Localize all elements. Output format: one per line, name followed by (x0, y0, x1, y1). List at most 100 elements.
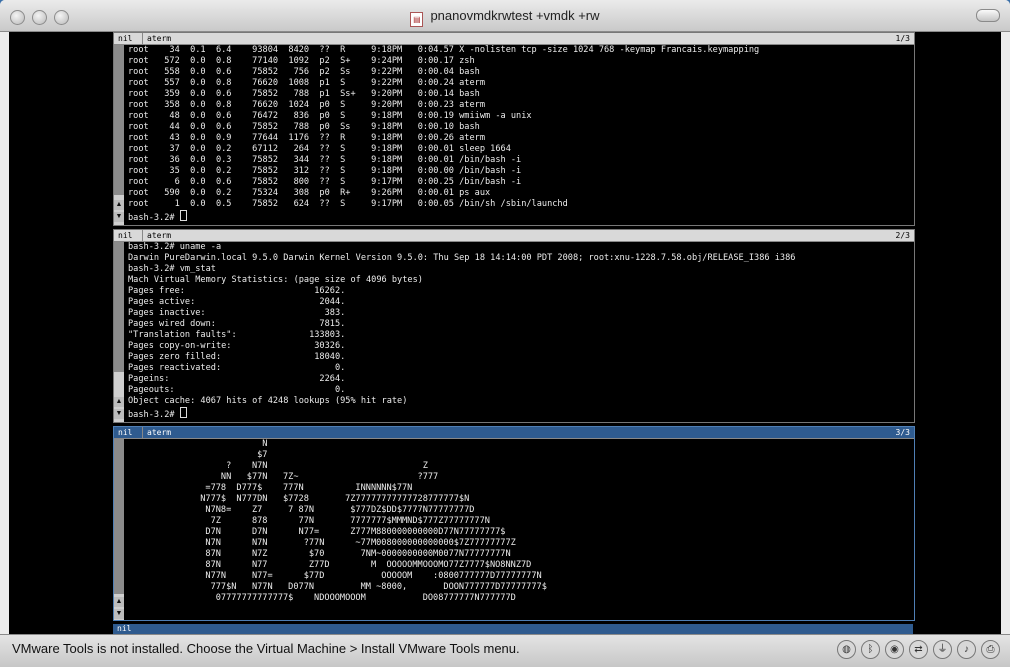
prompt: bash-3.2# (128, 213, 180, 223)
wm-status-tag[interactable]: nil (117, 624, 131, 633)
scroll-down-arrow-icon[interactable]: ▼ (114, 409, 124, 419)
terminal-line: Pages free: 16262. (128, 286, 346, 296)
printer-icon[interactable]: ⎙ (981, 640, 1000, 659)
guest-screen[interactable]: nil aterm 1/3 ▲ ▼ root 34 0.1 6.4 93804 … (9, 32, 1001, 634)
terminal-line: bash-3.2# vm_stat (128, 264, 216, 274)
ascii-art-line: N7N8= Z7 7 87N $777DZ$DD$7777N77777777D (164, 505, 475, 515)
terminal-line: root 35 0.0 0.2 75852 312 ?? S 9:18PM 0:… (128, 166, 522, 176)
cursor (179, 407, 187, 418)
cursor (179, 210, 187, 221)
prompt-line: bash-3.2# (128, 407, 912, 421)
scroll-down-arrow-icon[interactable]: ▼ (114, 212, 124, 222)
terminal-line: root 48 0.0 0.6 76472 836 p0 S 9:18PM 0:… (128, 111, 532, 121)
terminal-line: root 1 0.0 0.5 75852 624 ?? S 9:17PM 0:0… (128, 199, 568, 209)
pane-index: 2/3 (895, 231, 910, 240)
ascii-art-line: 777$N N77N D077N MM ~8000, DOON777777D77… (164, 582, 547, 592)
terminal-line: Pageouts: 0. (128, 385, 346, 395)
terminal-pane-1[interactable]: nil aterm 1/3 ▲ ▼ root 34 0.1 6.4 93804 … (113, 32, 915, 226)
ascii-art-line: 07777777777777$ NDOOOMOOOM DO08777777N77… (164, 593, 516, 603)
scrollbar[interactable]: ▲ ▼ (114, 439, 124, 620)
scroll-up-arrow-icon[interactable]: ▲ (114, 397, 124, 407)
terminal-line: Pages active: 2044. (128, 297, 346, 307)
ascii-art-line: 7Z 878 77N 7777777$MMMND$777Z77777777N (164, 516, 490, 526)
scrollbar-thumb[interactable] (114, 439, 124, 594)
terminal-line: root 34 0.1 6.4 93804 8420 ?? R 9:18PM 0… (128, 45, 760, 55)
terminal-line: Object cache: 4067 hits of 4248 lookups … (128, 396, 408, 406)
ascii-art-line: $7 (164, 450, 268, 460)
client-title[interactable]: aterm (142, 230, 171, 241)
terminal-line: Pages wired down: 7815. (128, 319, 346, 329)
ascii-art-line: N77N N77= $77D OOOOOM :0800777777D777777… (164, 571, 542, 581)
terminal-line: root 37 0.0 0.2 67112 264 ?? S 9:18PM 0:… (128, 144, 511, 154)
ascii-art-line: N7N N7N ?77N ~77M008000000000000$7Z77777… (164, 538, 516, 548)
title-bar[interactable]: ▤ pnanovmdkrwtest +vmdk +rw (0, 0, 1010, 32)
pane-index: 3/3 (895, 428, 910, 437)
ascii-art-line: 87N N7Z $70 7NM~0000000000M0077N77777777… (164, 549, 511, 559)
terminal-line: root 359 0.0 0.6 75852 788 p1 Ss+ 9:20PM… (128, 89, 480, 99)
tag-label[interactable]: nil (118, 33, 132, 44)
window-title-text: pnanovmdkrwtest +vmdk +rw (430, 8, 600, 23)
scroll-up-arrow-icon[interactable]: ▲ (114, 200, 124, 210)
scrollbar-thumb[interactable] (114, 45, 124, 195)
ascii-art-line: N (164, 439, 268, 449)
bluetooth-icon[interactable]: ᛒ (861, 640, 880, 659)
hard-disk-icon[interactable]: ◍ (837, 640, 856, 659)
prompt-line: bash-3.2# (128, 210, 912, 224)
ascii-art-line: ? N7N Z (164, 461, 428, 471)
terminal-line: Pages inactive: 383. (128, 308, 346, 318)
ascii-art-line: =778 D777$ 777N INNNNNN$77N (164, 483, 413, 493)
terminal-line: Pageins: 2264. (128, 374, 346, 384)
window-title: ▤ pnanovmdkrwtest +vmdk +rw (0, 8, 1010, 27)
terminal-output[interactable]: root 34 0.1 6.4 93804 8420 ?? R 9:18PM 0… (128, 45, 912, 224)
terminal-line: root 6 0.0 0.6 75852 800 ?? S 9:17PM 0:0… (128, 177, 522, 187)
terminal-pane-2[interactable]: nil aterm 2/3 ▲ ▼ bash-3.2# uname -a Darw… (113, 229, 915, 423)
terminal-line: root 557 0.0 0.8 76620 1008 p1 S 9:22PM … (128, 78, 485, 88)
terminal-line: root 358 0.0 0.8 76620 1024 p0 S 9:20PM … (128, 100, 485, 110)
usb-icon[interactable]: ⏚ (933, 640, 952, 659)
tag-label[interactable]: nil (118, 230, 132, 241)
scrollbar-thumb[interactable] (114, 242, 124, 372)
wm-status-bar[interactable]: nil (113, 624, 913, 634)
ascii-art-line: 87N N77 Z77D M OOOOOMMOOOMO77Z7777$NO8NN… (164, 560, 532, 570)
terminal-line: root 36 0.0 0.3 75852 344 ?? S 9:18PM 0:… (128, 155, 522, 165)
terminal-line: root 572 0.0 0.8 77140 1092 p2 S+ 9:24PM… (128, 56, 475, 66)
scroll-down-arrow-icon[interactable]: ▼ (114, 609, 124, 619)
ascii-art-line: N777$ N777DN $7728 7Z7777777777772877777… (164, 494, 470, 504)
terminal-line: root 43 0.0 0.9 77644 1176 ?? R 9:18PM 0… (128, 133, 485, 143)
pane-3-tabbar: nil aterm 3/3 (114, 427, 914, 439)
tag-label[interactable]: nil (118, 427, 132, 438)
ascii-art-line: D7N D7N N77= Z777M880000000000D77N777777… (164, 527, 506, 537)
terminal-line: Mach Virtual Memory Statistics: (page si… (128, 275, 423, 285)
scrollbar[interactable]: ▲ ▼ (114, 45, 124, 225)
vmware-status-bar: VMware Tools is not installed. Choose th… (0, 634, 1010, 667)
terminal-line: "Translation faults": 133803. (128, 330, 346, 340)
terminal-line: root 590 0.0 0.2 75324 308 p0 R+ 9:26PM … (128, 188, 491, 198)
terminal-line: Pages zero filled: 18040. (128, 352, 346, 362)
scroll-up-arrow-icon[interactable]: ▲ (114, 597, 124, 607)
terminal-pane-3[interactable]: nil aterm 3/3 ▲ ▼ N $7 ? N7N Z NN $77N 7… (113, 426, 915, 621)
terminal-line: bash-3.2# uname -a (128, 242, 222, 252)
pane-index: 1/3 (895, 34, 910, 43)
terminal-output[interactable]: bash-3.2# uname -a Darwin PureDarwin.loca… (128, 242, 912, 421)
ascii-art-output: N $7 ? N7N Z NN $77N 7Z~ ?777 =778 D777$… (164, 439, 547, 604)
terminal-line: root 44 0.0 0.6 75852 788 p0 Ss 9:18PM 0… (128, 122, 480, 132)
vm-window: ▤ pnanovmdkrwtest +vmdk +rw nil aterm 1/3… (0, 0, 1010, 667)
vmware-tools-message[interactable]: VMware Tools is not installed. Choose th… (12, 641, 520, 656)
terminal-line: Pages reactivated: 0. (128, 363, 346, 373)
client-title[interactable]: aterm (142, 33, 171, 44)
client-title[interactable]: aterm (142, 427, 171, 438)
scrollbar[interactable]: ▲ ▼ (114, 242, 124, 422)
terminal-line: root 558 0.0 0.6 75852 756 p2 Ss 9:22PM … (128, 67, 480, 77)
toolbar-toggle-button[interactable] (976, 9, 1000, 22)
terminal-line: Darwin PureDarwin.local 9.5.0 Darwin Ker… (128, 253, 796, 263)
network-icon[interactable]: ⇄ (909, 640, 928, 659)
device-icons: ◍ ᛒ ◉ ⇄ ⏚ ♪ ⎙ (837, 640, 1000, 660)
document-icon: ▤ (410, 12, 424, 27)
terminal-line: Pages copy-on-write: 30326. (128, 341, 346, 351)
pane-1-tabbar: nil aterm 1/3 (114, 33, 914, 45)
cd-icon[interactable]: ◉ (885, 640, 904, 659)
pane-2-tabbar: nil aterm 2/3 (114, 230, 914, 242)
sound-icon[interactable]: ♪ (957, 640, 976, 659)
ascii-art-line: NN $77N 7Z~ ?777 (164, 472, 439, 482)
prompt: bash-3.2# (128, 410, 180, 420)
